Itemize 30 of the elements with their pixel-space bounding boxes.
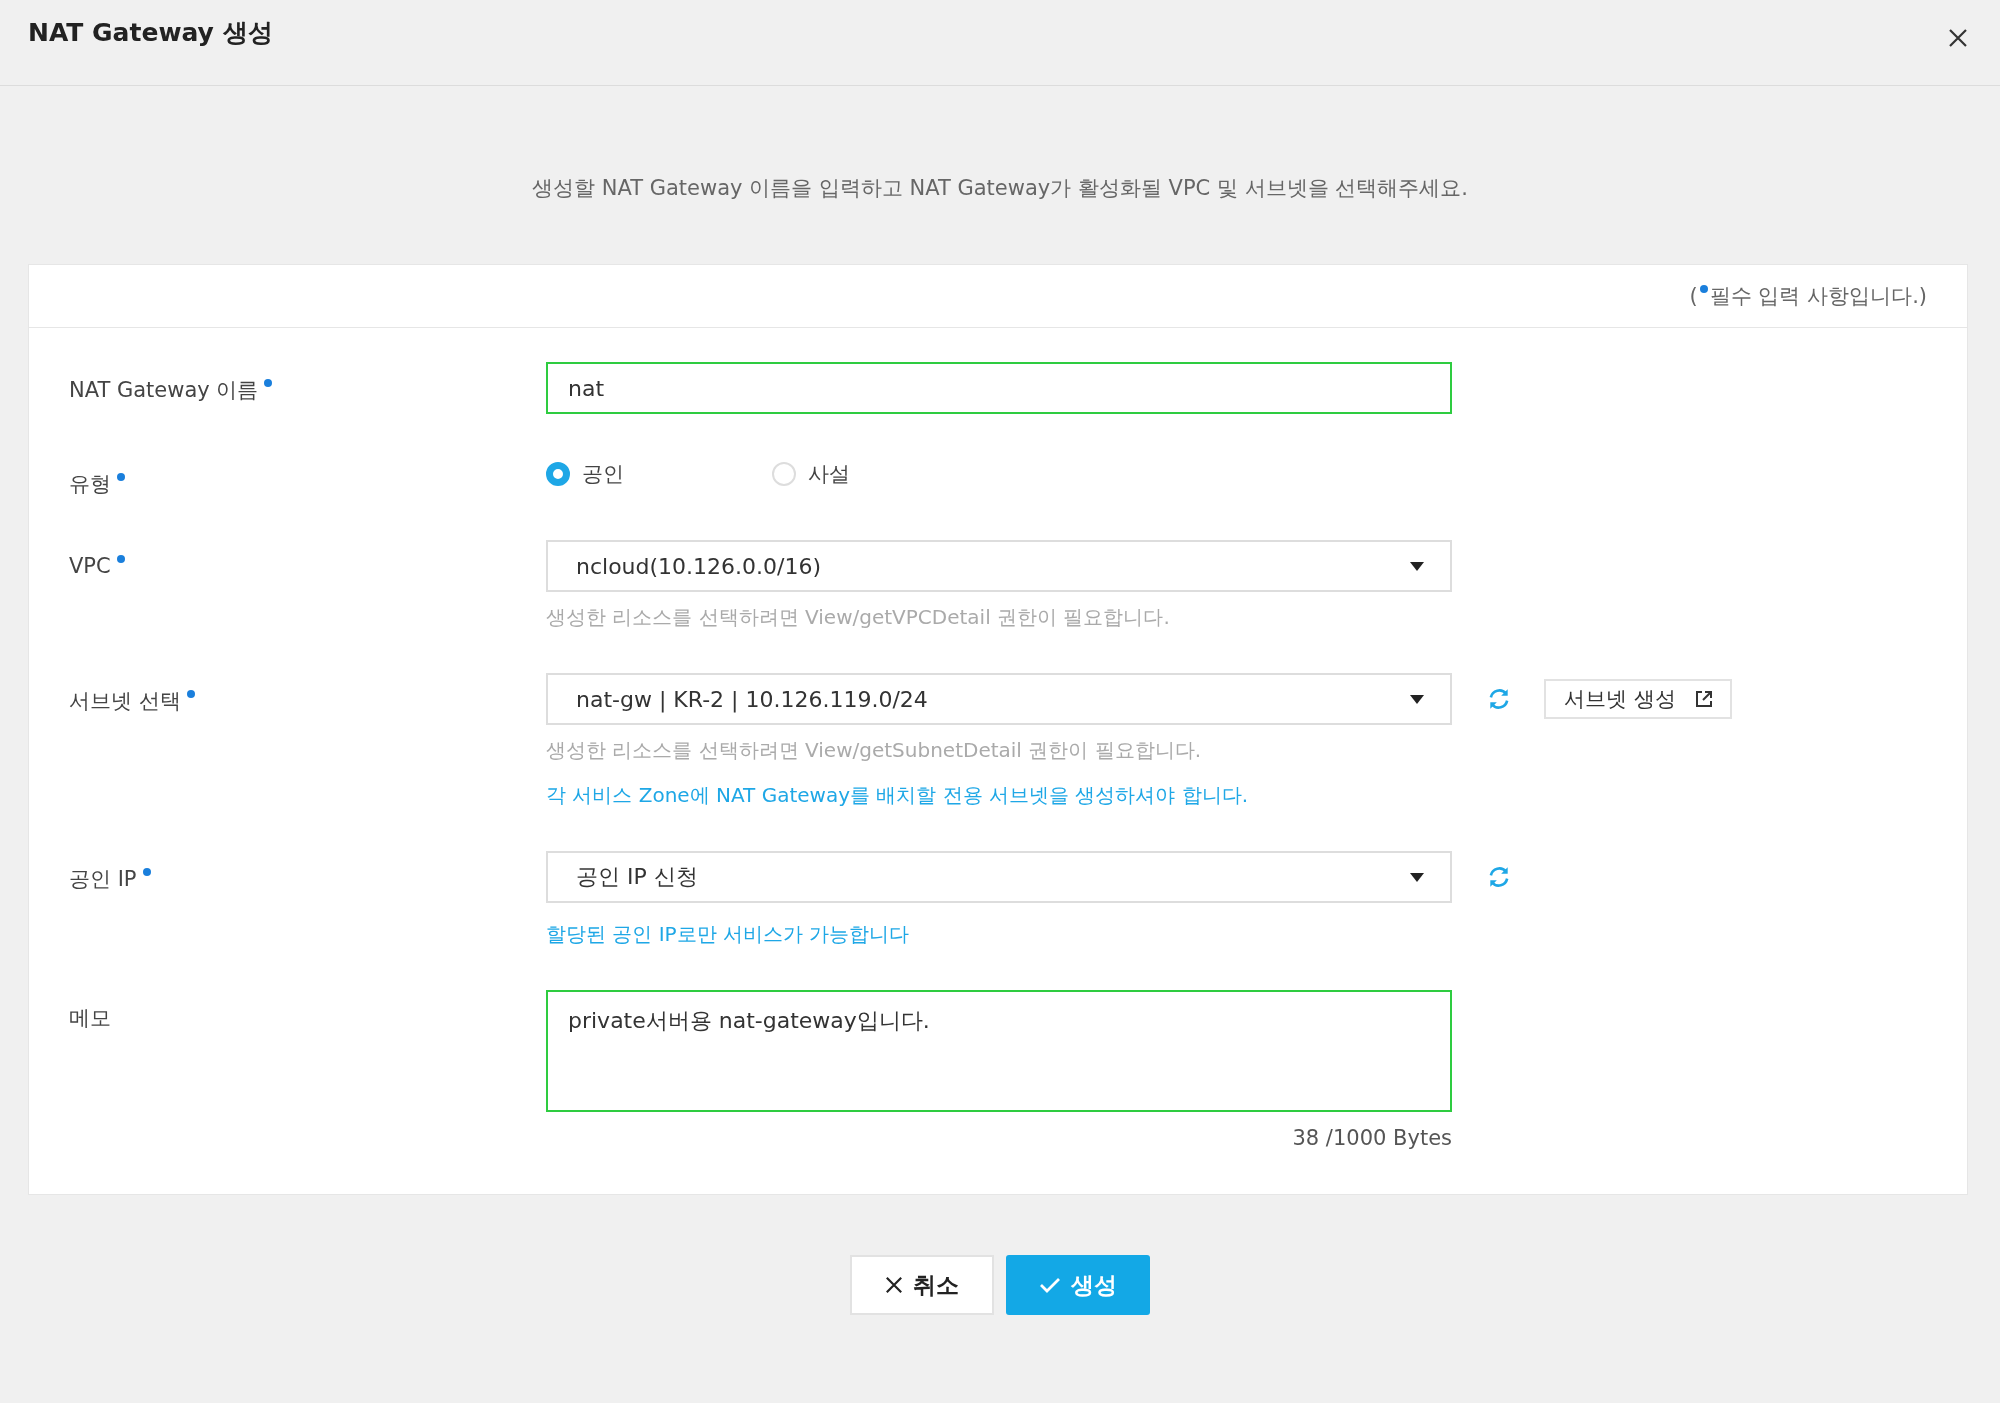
info-text: 각 서비스 Zone에 NAT Gateway를 배치할 전용 서브넷을 생성하셔야 합니다. xyxy=(546,782,1250,809)
field-label: 메모 xyxy=(69,1006,111,1030)
dropdown-select[interactable]: 공인 IP 신청 xyxy=(546,851,1452,903)
field-label: 공인 IP xyxy=(69,867,137,891)
check-icon xyxy=(1039,1277,1061,1293)
byte-counter: 38 /1000 Bytes xyxy=(1292,1126,1452,1150)
external-link-icon xyxy=(1693,689,1714,709)
name-input[interactable]: nat xyxy=(546,362,1452,414)
close-icon xyxy=(885,1276,903,1294)
info-text: 할당된 공인 IP로만 서비스가 가능합니다 xyxy=(546,921,911,948)
field-label: 서브넷 선택 xyxy=(69,689,181,713)
field-label: VPC xyxy=(69,554,111,578)
hint-text: 생성한 리소스를 선택하려면 View/getSubnetDetail 권한이 필요합니다. xyxy=(546,737,1202,764)
caret-icon xyxy=(1410,872,1424,882)
field-label: NAT Gateway 이름 xyxy=(69,378,259,402)
memo-textarea[interactable]: private서버용 nat-gateway입니다. xyxy=(546,990,1452,1112)
hint-text: 생성한 리소스를 선택하려면 View/getVPCDetail 권한이 필요합니다. xyxy=(546,604,1171,631)
radio-option[interactable]: 사설 xyxy=(772,460,998,488)
radio-option[interactable]: 공인 xyxy=(546,460,772,488)
intro-text: 생성할 NAT Gateway 이름을 입력하고 NAT Gateway가 활성화될 VPC 및 서브넷을 선택해주세요. xyxy=(531,175,1469,202)
cancel-button[interactable]: 취소 xyxy=(850,1255,994,1315)
create-subnet-button[interactable]: 서브넷 생성 xyxy=(1544,679,1732,719)
dialog-title: NAT Gateway 생성 xyxy=(28,17,273,49)
caret-icon xyxy=(1410,694,1424,704)
caret-icon xyxy=(1410,561,1424,571)
close-icon[interactable] xyxy=(1948,28,1968,48)
dropdown-select[interactable]: ncloud(10.126.0.0/16) xyxy=(546,540,1452,592)
required-note: ( 필수 입력 사항입니다.) xyxy=(1689,283,1927,310)
dropdown-select[interactable]: nat-gw | KR-2 | 10.126.119.0/24 xyxy=(546,673,1452,725)
field-label: 유형 xyxy=(69,472,111,496)
